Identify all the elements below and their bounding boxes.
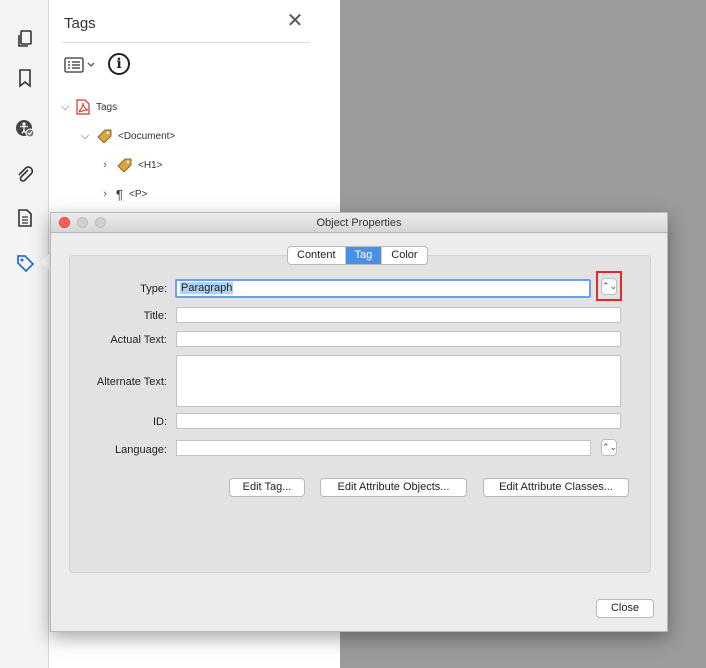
tab-control: Content Tag Color	[287, 246, 428, 265]
actual-text-label: Actual Text:	[110, 334, 167, 346]
tag-icon	[97, 129, 112, 143]
close-icon[interactable]: ✕	[284, 10, 306, 32]
panel-title: Tags	[64, 15, 96, 32]
zoom-window-button[interactable]	[95, 217, 106, 228]
options-menu-button[interactable]	[64, 56, 98, 74]
tree-item-label: <H1>	[138, 159, 163, 171]
paragraph-icon: ¶	[116, 186, 123, 202]
pdf-icon	[76, 99, 90, 115]
chevron-right-icon[interactable]: ›	[100, 159, 110, 171]
active-indicator	[41, 254, 49, 270]
tool-rail	[0, 0, 49, 668]
alternate-text-field[interactable]	[176, 355, 621, 407]
tree-item-label: Tags	[96, 101, 118, 113]
divider	[62, 42, 310, 43]
chevron-right-icon[interactable]: ›	[100, 188, 110, 200]
language-label: Language:	[115, 444, 167, 456]
type-value: Paragraph	[180, 282, 234, 294]
content-icon[interactable]	[14, 207, 36, 229]
type-field[interactable]: Paragraph	[175, 279, 591, 298]
id-field[interactable]	[176, 413, 621, 429]
minimize-window-button[interactable]	[77, 217, 88, 228]
tree-item-label: <Document>	[118, 130, 176, 142]
tab-tag[interactable]: Tag	[344, 247, 382, 264]
type-label: Type:	[140, 283, 167, 295]
attachment-icon[interactable]	[14, 164, 36, 186]
list-options-icon	[64, 57, 84, 73]
close-button[interactable]: Close	[596, 599, 654, 618]
tree-item[interactable]: ⌵ <Document>	[80, 127, 175, 145]
bookmark-icon[interactable]	[14, 67, 36, 89]
dialog-titlebar[interactable]: Object Properties	[51, 213, 667, 233]
info-icon[interactable]: i	[108, 53, 130, 75]
id-label: ID:	[152, 416, 167, 428]
accessibility-icon[interactable]	[14, 117, 36, 139]
pages-icon[interactable]	[14, 28, 36, 50]
tags-icon[interactable]	[14, 252, 36, 274]
language-field[interactable]	[176, 440, 591, 456]
tab-content[interactable]: Content	[288, 247, 345, 264]
chevron-down-icon[interactable]: ⌵	[60, 101, 70, 114]
actual-text-field[interactable]	[176, 331, 621, 347]
tree-item[interactable]: ⌵ Tags	[60, 98, 117, 116]
chevron-down-icon[interactable]: ⌵	[80, 130, 90, 143]
chevron-down-icon	[87, 62, 95, 67]
title-label: Title:	[143, 310, 167, 322]
dialog-title: Object Properties	[316, 217, 402, 229]
close-window-button[interactable]	[59, 217, 70, 228]
tab-color[interactable]: Color	[381, 247, 426, 264]
edit-attribute-objects-button[interactable]: Edit Attribute Objects...	[320, 478, 467, 497]
type-stepper[interactable]: ⌃⌄	[601, 278, 617, 295]
edit-tag-button[interactable]: Edit Tag...	[229, 478, 305, 497]
language-stepper[interactable]: ⌃⌄	[601, 439, 617, 456]
tree-item-label: <P>	[128, 188, 148, 200]
alternate-text-label: Alternate Text:	[96, 376, 167, 388]
tree-item[interactable]: › ¶ <P>	[100, 185, 147, 203]
tag-icon	[117, 158, 132, 172]
object-properties-dialog: Object Properties Content Tag Color Type…	[50, 212, 668, 632]
title-field[interactable]	[176, 307, 621, 323]
tree-item[interactable]: › <H1>	[100, 156, 162, 174]
edit-attribute-classes-button[interactable]: Edit Attribute Classes...	[483, 478, 629, 497]
